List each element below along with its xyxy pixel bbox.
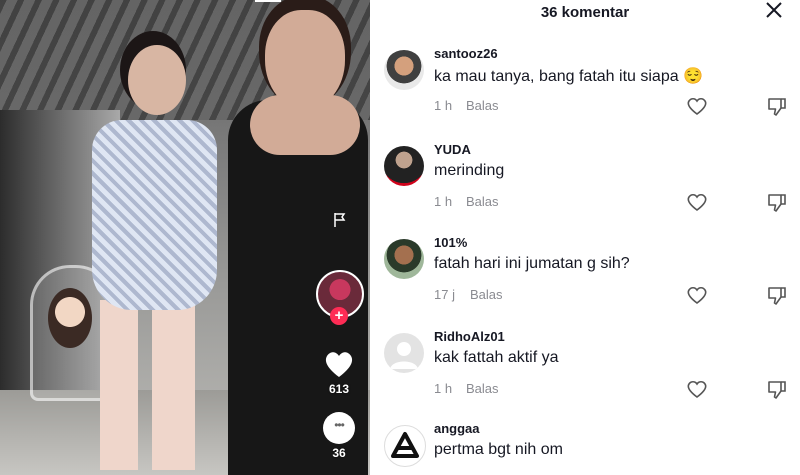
flag-icon[interactable] — [330, 212, 350, 232]
avatar[interactable] — [384, 146, 424, 186]
comment-text: ka mau tanya, bang fatah itu siapa 😌 — [434, 68, 703, 85]
logo-icon — [391, 432, 419, 458]
dislike-icon[interactable] — [766, 96, 788, 118]
comment-username[interactable]: santooz26 — [434, 46, 498, 61]
video-progress-indicator — [255, 0, 281, 2]
default-avatar-icon — [390, 342, 418, 369]
heart-outline-icon[interactable] — [686, 285, 708, 305]
comment-bubble-icon[interactable] — [323, 412, 355, 444]
avatar[interactable] — [384, 333, 424, 373]
background-doll — [48, 288, 92, 348]
comment-text: merinding — [434, 162, 505, 179]
dislike-icon[interactable] — [766, 192, 788, 214]
comment-text: fatah hari ini jumatan g sih? — [434, 255, 630, 272]
comment-item: santooz26 ka mau tanya, bang fatah itu s… — [384, 46, 794, 140]
comment-username[interactable]: anggaa — [434, 421, 480, 436]
comment-item: YUDA merinding 1 h Balas — [384, 142, 794, 236]
dancer-left-legs — [100, 300, 195, 470]
comment-text: pertma bgt nih om — [434, 441, 563, 458]
comment-count: 36 — [332, 446, 346, 460]
comment-time: 1 h — [434, 98, 453, 113]
reply-button[interactable]: Balas — [470, 287, 503, 302]
comment-text: kak fattah aktif ya — [434, 349, 559, 366]
avatar[interactable] — [384, 239, 424, 279]
dislike-icon[interactable] — [766, 379, 788, 401]
comment-item: anggaa pertma bgt nih om — [384, 421, 794, 475]
like-count: 613 — [328, 382, 350, 396]
comment-username[interactable]: 101% — [434, 235, 467, 250]
heart-outline-icon[interactable] — [686, 192, 708, 212]
reply-button[interactable]: Balas — [466, 98, 499, 113]
reply-button[interactable]: Balas — [466, 194, 499, 209]
reply-button[interactable]: Balas — [466, 381, 499, 396]
comment-time: 17 j — [434, 287, 455, 302]
comment-item: RidhoAlz01 kak fattah aktif ya 1 h Balas — [384, 329, 794, 423]
comment-item: 101% fatah hari ini jumatan g sih? 17 j … — [384, 235, 794, 329]
heart-outline-icon[interactable] — [686, 96, 708, 116]
avatar[interactable] — [384, 50, 424, 90]
dancer-right-arms — [250, 95, 360, 155]
dancer-left-dress — [92, 120, 217, 310]
dislike-icon[interactable] — [766, 285, 788, 307]
comment-time: 1 h — [434, 194, 453, 209]
comments-panel: 36 komentar santooz26 ka mau tanya, bang… — [370, 0, 800, 475]
heart-outline-icon[interactable] — [686, 379, 708, 399]
comment-username[interactable]: YUDA — [434, 142, 471, 157]
dancer-left-head — [128, 45, 186, 115]
close-icon[interactable] — [763, 1, 785, 23]
plus-icon[interactable]: + — [330, 307, 348, 325]
comment-username[interactable]: RidhoAlz01 — [434, 329, 505, 344]
comment-time: 1 h — [434, 381, 453, 396]
heart-icon[interactable] — [323, 348, 355, 380]
avatar[interactable] — [384, 425, 426, 467]
comments-title: 36 komentar — [540, 4, 630, 21]
video-player[interactable]: + 613 36 — [0, 0, 370, 475]
